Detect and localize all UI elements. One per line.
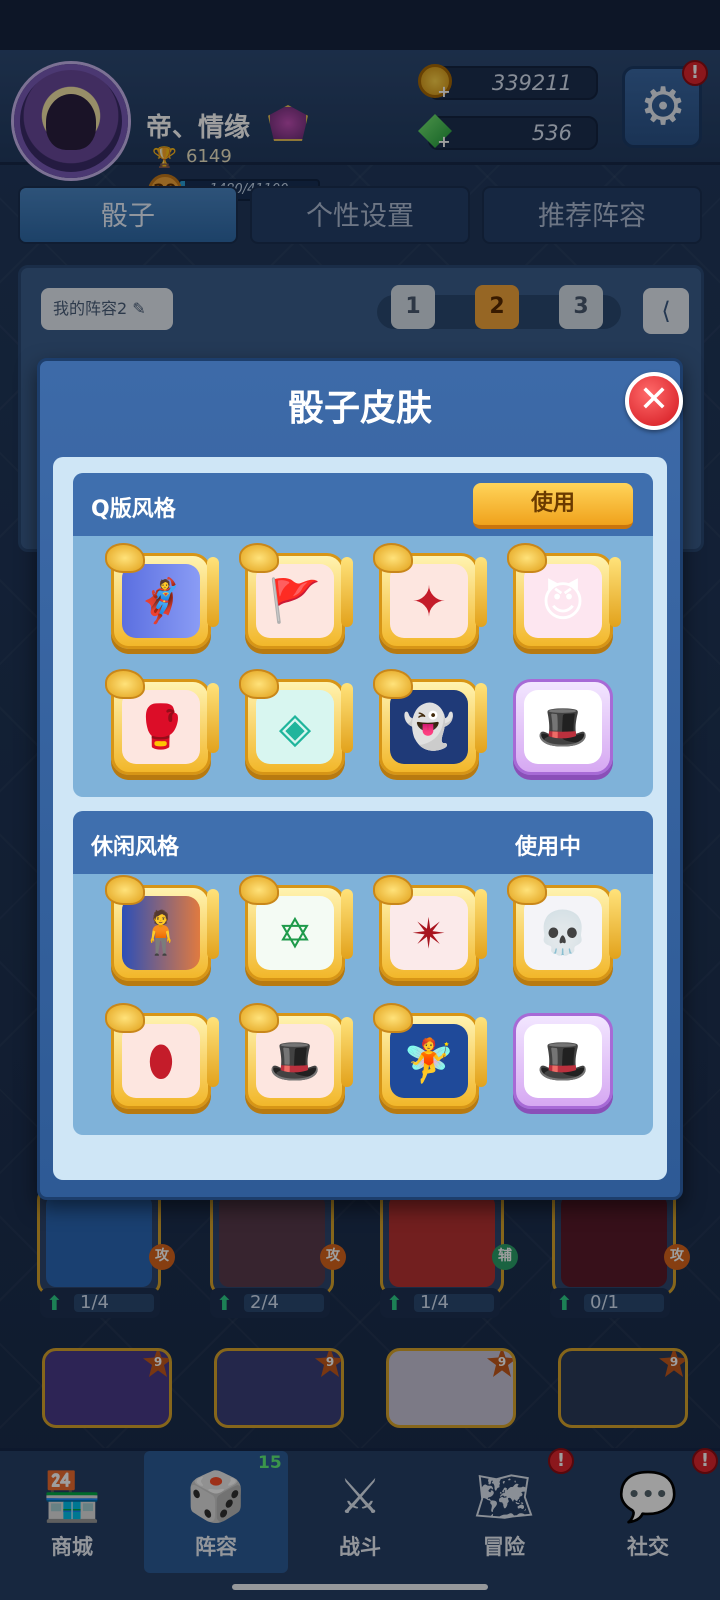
- skin-skull[interactable]: 💀: [507, 875, 621, 981]
- bloody-shuriken-icon: ✴: [390, 896, 468, 970]
- skin-section-q: Q版风格 使用 🦸 🚩 ✦ 😈 🥊 ◈ 👻 🎩: [73, 473, 653, 797]
- skin-magic-circle[interactable]: ✡: [239, 875, 353, 981]
- section-title: 休闲风格: [91, 835, 180, 860]
- section-title: Q版风格: [91, 497, 176, 522]
- dice-skin-modal: 骰子皮肤 ✕ Q版风格 使用 🦸 🚩 ✦ 😈 🥊 ◈ 👻 🎩 休闲风格 使用中 …: [37, 358, 683, 1200]
- skin-section-casual: 休闲风格 使用中 🧍 ✡ ✴ 💀 ⬮ 🎩 🧚 🎩: [73, 811, 653, 1135]
- skin-red-bullet[interactable]: ⬮: [105, 1003, 219, 1109]
- skin-red-shuriken[interactable]: ✦: [373, 543, 487, 649]
- skin-ghost[interactable]: 👻: [373, 669, 487, 775]
- skin-masked-hero[interactable]: 🦸: [105, 543, 219, 649]
- red-glove-icon: 🥊: [122, 690, 200, 764]
- skin-magic-hat-feather[interactable]: 🎩: [513, 1005, 617, 1109]
- skin-devil[interactable]: 😈: [507, 543, 621, 649]
- modal-body: Q版风格 使用 🦸 🚩 ✦ 😈 🥊 ◈ 👻 🎩 休闲风格 使用中 🧍 ✡ ✴ 💀…: [53, 457, 667, 1180]
- skin-red-top-hat[interactable]: 🎩: [239, 1003, 353, 1109]
- silhouette-icon: 🧍: [122, 896, 200, 970]
- skin-bloody-shuriken[interactable]: ✴: [373, 875, 487, 981]
- red-bullet-icon: ⬮: [122, 1024, 200, 1098]
- modal-title: 骰子皮肤: [287, 388, 432, 429]
- devil-icon: 😈: [524, 564, 602, 638]
- red-flag-icon: 🚩: [256, 564, 334, 638]
- red-top-hat-icon: 🎩: [256, 1024, 334, 1098]
- teal-portal-icon: ◈: [256, 690, 334, 764]
- skin-silhouette[interactable]: 🧍: [105, 875, 219, 981]
- skull-icon: 💀: [524, 896, 602, 970]
- use-button[interactable]: 使用: [473, 483, 633, 529]
- magic-hat-icon: 🎩: [524, 690, 602, 764]
- section-header: Q版风格 使用: [73, 473, 653, 536]
- red-shuriken-icon: ✦: [390, 564, 468, 638]
- section-header: 休闲风格 使用中: [73, 811, 653, 874]
- close-icon: ✕: [638, 379, 670, 420]
- skin-magic-hat[interactable]: 🎩: [513, 671, 617, 775]
- skin-fairy-silhouette[interactable]: 🧚: [373, 1003, 487, 1109]
- magic-circle-icon: ✡: [256, 896, 334, 970]
- skin-teal-portal[interactable]: ◈: [239, 669, 353, 775]
- skin-red-flag[interactable]: 🚩: [239, 543, 353, 649]
- skin-red-glove[interactable]: 🥊: [105, 669, 219, 775]
- in-use-status: 使用中: [515, 835, 582, 860]
- magic-hat-feather-icon: 🎩: [524, 1024, 602, 1098]
- close-button[interactable]: ✕: [625, 372, 683, 430]
- ghost-icon: 👻: [390, 690, 468, 764]
- masked-hero-icon: 🦸: [122, 564, 200, 638]
- fairy-silhouette-icon: 🧚: [390, 1024, 468, 1098]
